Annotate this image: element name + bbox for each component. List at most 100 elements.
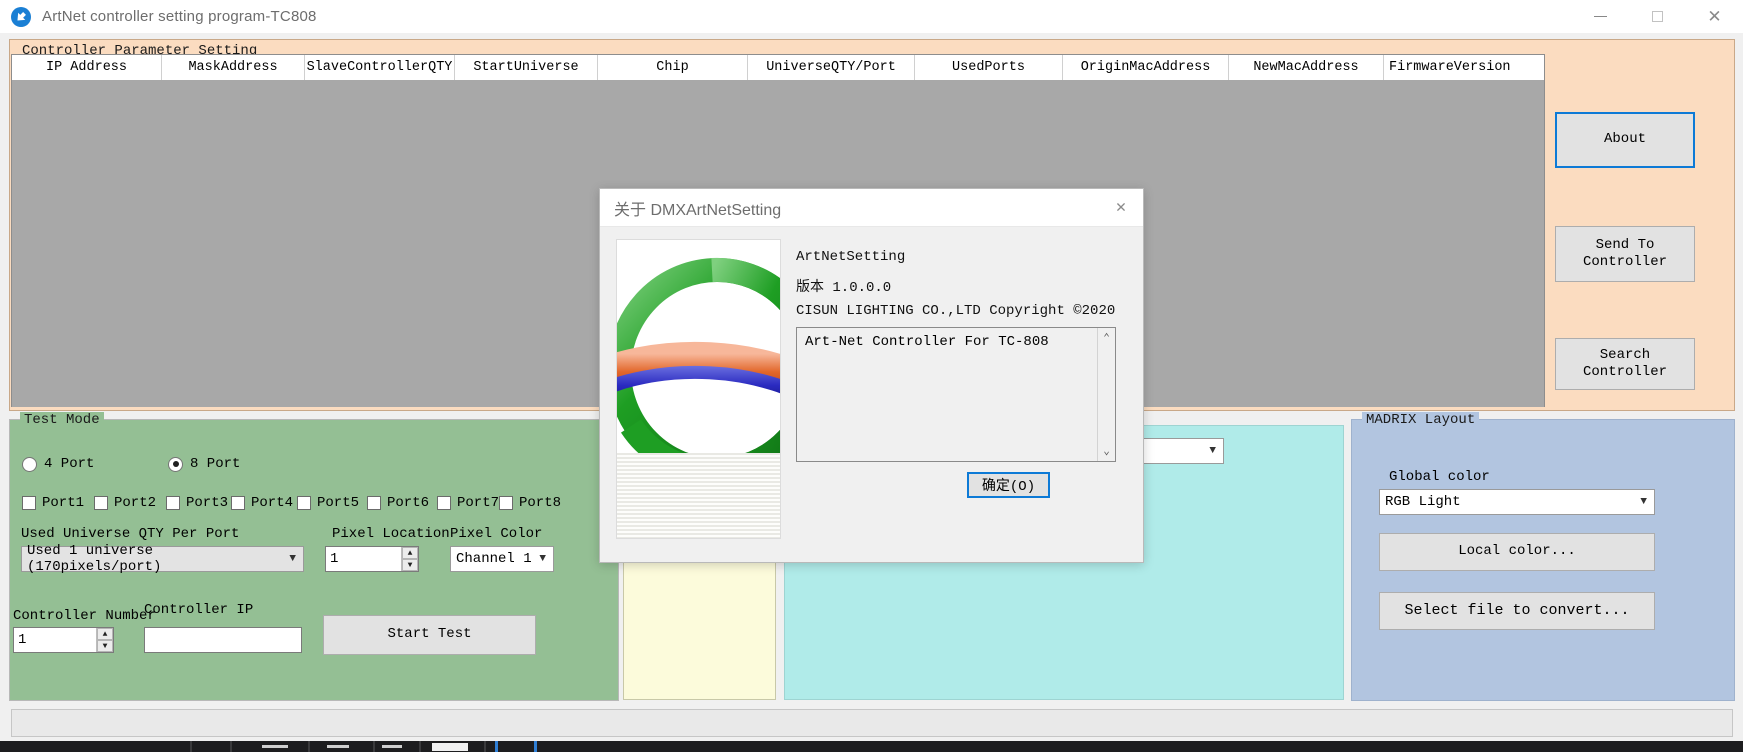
- pixel-location-label: Pixel Location: [332, 526, 450, 542]
- about-ok-button[interactable]: 确定(O): [967, 472, 1050, 498]
- about-dialog-logo: [616, 239, 781, 539]
- spinner-down-icon[interactable]: ▼: [402, 559, 418, 571]
- spinner-down-icon[interactable]: ▼: [97, 640, 113, 652]
- checkbox-port7[interactable]: Port7: [437, 495, 499, 511]
- about-dialog-title: 关于 DMXArtNetSetting: [614, 201, 782, 219]
- select-file-to-convert-button[interactable]: Select file to convert...: [1379, 592, 1655, 630]
- pixel-color-value: Channel 1: [456, 551, 532, 567]
- radio-8-port-label: 8 Port: [190, 456, 241, 472]
- checkbox-port6-label: Port6: [387, 495, 430, 511]
- checkbox-port2[interactable]: Port2: [94, 495, 156, 511]
- checkbox-port3[interactable]: Port3: [166, 495, 228, 511]
- table-header-row: IP Address MaskAddress SlaveControllerQT…: [12, 55, 1544, 80]
- local-color-button[interactable]: Local color...: [1379, 533, 1655, 571]
- pixel-location-value[interactable]: 1: [326, 547, 401, 571]
- scroll-down-icon[interactable]: ⌄: [1103, 444, 1110, 458]
- logo-reflection: [617, 453, 780, 538]
- checkbox-port2-label: Port2: [114, 495, 157, 511]
- checkbox-icon: [499, 496, 513, 510]
- spinner-up-icon[interactable]: ▲: [97, 628, 113, 640]
- table-column-slave-controller-qty[interactable]: SlaveControllerQTY: [305, 55, 455, 80]
- radio-circle-selected-icon: [168, 456, 183, 472]
- checkbox-port6[interactable]: Port6: [367, 495, 429, 511]
- close-button[interactable]: ✕: [1686, 0, 1743, 33]
- about-dialog-titlebar: 关于 DMXArtNetSetting ✕: [600, 189, 1143, 227]
- maximize-icon: [1652, 11, 1663, 22]
- spinner-up-icon[interactable]: ▲: [402, 547, 418, 559]
- table-column-chip[interactable]: Chip: [598, 55, 748, 80]
- used-universe-combo[interactable]: Used 1 universe (170pixels/port) ▼: [21, 543, 304, 575]
- about-dialog: 关于 DMXArtNetSetting ✕ ArtNetSetting 版本 1…: [599, 188, 1144, 563]
- chevron-down-icon: ▼: [1640, 496, 1647, 508]
- table-column-universe-qty-per-port[interactable]: UniverseQTY/Port: [748, 55, 915, 80]
- chevron-down-icon: ▼: [539, 553, 546, 565]
- chevron-down-icon: ▼: [289, 553, 296, 565]
- radio-circle-icon: [22, 456, 37, 472]
- controller-number-value[interactable]: 1: [14, 628, 96, 652]
- used-universe-label: Used Universe QTY Per Port: [21, 526, 240, 542]
- checkbox-port4[interactable]: Port4: [231, 495, 293, 511]
- checkbox-port5[interactable]: Port5: [297, 495, 359, 511]
- checkbox-port5-label: Port5: [317, 495, 360, 511]
- checkbox-port8[interactable]: Port8: [499, 495, 561, 511]
- status-bar: [11, 709, 1733, 737]
- pixel-color-combo[interactable]: Channel 1 ▼: [450, 546, 554, 572]
- about-button[interactable]: About: [1555, 112, 1695, 168]
- checkbox-icon: [367, 496, 381, 510]
- used-universe-value: Used 1 universe (170pixels/port): [27, 543, 162, 575]
- checkbox-port8-label: Port8: [519, 495, 562, 511]
- scroll-up-icon[interactable]: ⌃: [1103, 331, 1110, 345]
- test-mode-group: Test Mode 4 Port 8 Port Port1 Port2 Port…: [9, 412, 619, 701]
- table-column-ip-address[interactable]: IP Address: [12, 55, 162, 80]
- port-mode-radio-group: 4 Port 8 Port: [22, 456, 602, 478]
- checkbox-icon: [166, 496, 180, 510]
- radio-8-port[interactable]: 8 Port: [168, 456, 240, 472]
- about-copyright: CISUN LIGHTING CO.,LTD Copyright ©2020: [796, 303, 1116, 319]
- checkbox-port1[interactable]: Port1: [22, 495, 84, 511]
- app-logo-icon: [10, 6, 32, 28]
- global-color-combo[interactable]: RGB Light ▼: [1379, 489, 1655, 515]
- table-column-origin-mac-address[interactable]: OriginMacAddress: [1063, 55, 1229, 80]
- start-test-button[interactable]: Start Test: [323, 615, 536, 655]
- about-description-box[interactable]: Art-Net Controller For TC-808 ⌃ ⌄: [796, 327, 1116, 462]
- controller-ip-label: Controller IP: [144, 602, 254, 618]
- window-titlebar: ArtNet controller setting program-TC808 …: [0, 0, 1743, 33]
- window-controls: ✕: [1572, 0, 1743, 33]
- table-column-new-mac-address[interactable]: NewMacAddress: [1229, 55, 1384, 80]
- send-to-controller-button[interactable]: Send To Controller: [1555, 226, 1695, 282]
- pixel-color-label: Pixel Color: [450, 526, 543, 542]
- checkbox-icon: [94, 496, 108, 510]
- close-icon: ✕: [1707, 7, 1722, 26]
- maximize-button[interactable]: [1629, 0, 1686, 33]
- table-column-start-universe[interactable]: StartUniverse: [455, 55, 598, 80]
- os-taskbar: [0, 741, 1743, 752]
- checkbox-icon: [437, 496, 451, 510]
- checkbox-port4-label: Port4: [251, 495, 294, 511]
- controller-ip-input[interactable]: [144, 627, 302, 653]
- about-app-name: ArtNetSetting: [796, 249, 906, 265]
- minimize-icon: [1594, 16, 1607, 17]
- table-column-firmware-version[interactable]: FirmwareVersion: [1384, 55, 1542, 80]
- minimize-button[interactable]: [1572, 0, 1629, 33]
- global-color-label: Global color: [1389, 469, 1490, 485]
- checkbox-port1-label: Port1: [42, 495, 85, 511]
- pixel-location-stepper[interactable]: 1 ▲ ▼: [325, 546, 419, 572]
- checkbox-port3-label: Port3: [186, 495, 229, 511]
- table-column-mask-address[interactable]: MaskAddress: [162, 55, 305, 80]
- checkbox-icon: [297, 496, 311, 510]
- checkbox-icon: [22, 496, 36, 510]
- spinner-arrows: ▲ ▼: [401, 547, 418, 571]
- checkbox-port7-label: Port7: [457, 495, 500, 511]
- madrix-layout-legend: MADRIX Layout: [1362, 412, 1480, 428]
- description-scrollbar[interactable]: ⌃ ⌄: [1097, 328, 1115, 461]
- table-column-used-ports[interactable]: UsedPorts: [915, 55, 1063, 80]
- search-controller-button[interactable]: Search Controller: [1555, 338, 1695, 390]
- test-mode-legend: Test Mode: [20, 412, 104, 428]
- madrix-layout-group: MADRIX Layout Global color RGB Light ▼ L…: [1351, 412, 1735, 701]
- controller-number-stepper[interactable]: 1 ▲ ▼: [13, 627, 114, 653]
- about-description-text: Art-Net Controller For TC-808: [805, 334, 1049, 350]
- about-dialog-close-button[interactable]: ✕: [1099, 189, 1143, 227]
- radio-4-port[interactable]: 4 Port: [22, 456, 94, 472]
- close-icon: ✕: [1115, 199, 1127, 218]
- chevron-down-icon: ▼: [1209, 445, 1216, 457]
